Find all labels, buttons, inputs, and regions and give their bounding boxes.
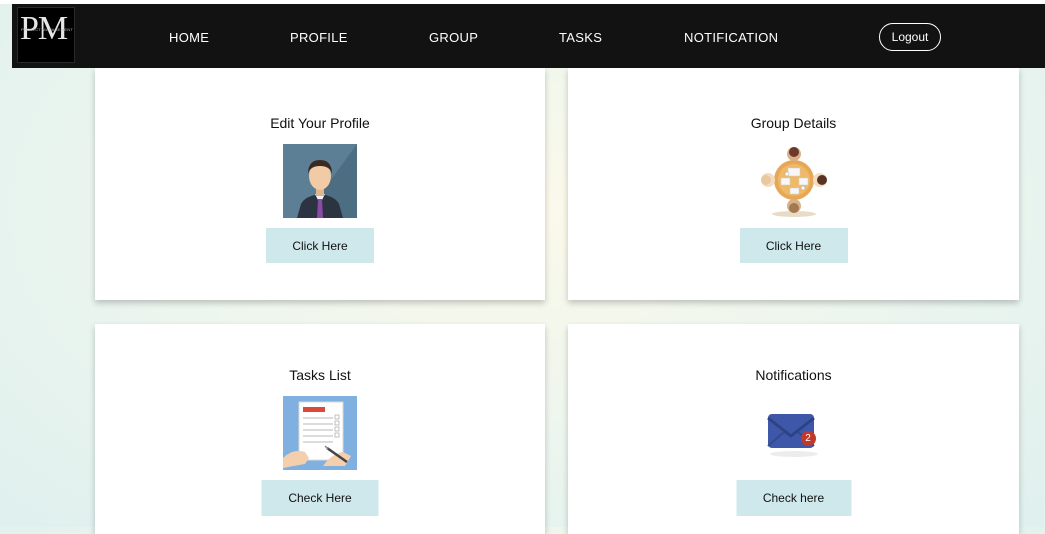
card-title: Edit Your Profile: [270, 115, 370, 131]
notifications-button[interactable]: Check here: [736, 480, 851, 516]
group-details-button[interactable]: Click Here: [739, 228, 848, 263]
edit-profile-button[interactable]: Click Here: [266, 228, 374, 263]
nav-tasks[interactable]: TASKS: [559, 30, 602, 45]
logout-button[interactable]: Logout: [879, 23, 941, 51]
notification-count: 2: [805, 433, 811, 444]
tasks-list-button[interactable]: Check Here: [261, 480, 379, 516]
logo-subtext: PROJECT MANAGEMENT: [21, 27, 73, 32]
task-checklist-icon: [283, 396, 357, 470]
nav-home[interactable]: HOME: [169, 30, 209, 45]
group-meeting-table-icon: [754, 144, 834, 218]
notification-badge: 2: [800, 431, 816, 446]
card-title: Group Details: [750, 115, 837, 131]
card-title: Notifications: [755, 367, 832, 383]
card-title: Tasks List: [289, 367, 351, 383]
card-notifications: Notifications 2 Check here: [568, 324, 1019, 534]
card-edit-profile: Edit Your Profile Click Here: [95, 68, 545, 300]
businessman-avatar-icon: [283, 144, 357, 218]
logo[interactable]: PM PROJECT MANAGEMENT: [17, 7, 75, 63]
nav-group[interactable]: GROUP: [429, 30, 478, 45]
envelope-notification-icon: 2: [762, 408, 826, 458]
nav-profile[interactable]: PROFILE: [290, 30, 348, 45]
navbar: PM PROJECT MANAGEMENT HOME PROFILE GROUP…: [12, 4, 1045, 68]
card-tasks-list: Tasks List Check Here: [95, 324, 545, 534]
nav-notification[interactable]: NOTIFICATION: [684, 30, 778, 45]
card-group-details: Group Details Click Here: [568, 68, 1019, 300]
